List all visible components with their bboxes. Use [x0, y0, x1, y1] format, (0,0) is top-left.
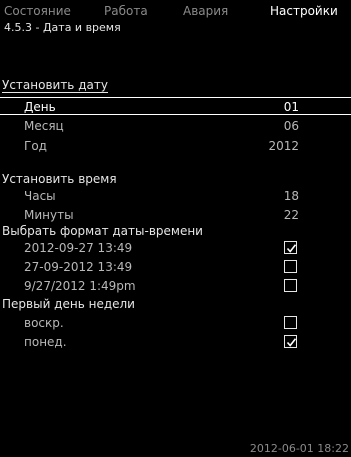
row-label: Год	[24, 139, 47, 153]
row-label: Минуты	[24, 208, 74, 222]
option-label: 9/27/2012 1:49pm	[24, 279, 136, 293]
row-label: Месяц	[24, 119, 64, 133]
row-value: 06	[283, 119, 299, 133]
row-value: 2012	[268, 139, 299, 153]
datetime-status: 2012-06-01 18:22	[249, 442, 349, 455]
checkbox-format-iso[interactable]	[284, 241, 297, 254]
row-label: Часы	[24, 189, 56, 203]
format-option-eu[interactable]: 27-09-2012 13:49	[0, 258, 351, 276]
row-label: День	[24, 100, 56, 114]
first-day-option-sunday[interactable]: воскр.	[0, 314, 351, 332]
row-year[interactable]: Год 2012	[0, 137, 351, 155]
checkbox-format-us[interactable]	[284, 279, 297, 292]
tab-status[interactable]: Состояние	[4, 4, 71, 18]
section-date-format: Выбрать формат даты-времени	[2, 224, 203, 238]
tab-settings[interactable]: Настройки	[270, 4, 338, 18]
format-option-iso[interactable]: 2012-09-27 13:49	[0, 239, 351, 257]
row-minutes[interactable]: Минуты 22	[0, 206, 351, 224]
option-label: 2012-09-27 13:49	[24, 241, 133, 255]
checkbox-format-eu[interactable]	[284, 260, 297, 273]
checkmark-icon	[286, 244, 297, 253]
checkbox-sunday[interactable]	[284, 316, 297, 329]
option-label: 27-09-2012 13:49	[24, 260, 133, 274]
checkmark-icon	[286, 338, 297, 347]
first-day-option-monday[interactable]: понед.	[0, 333, 351, 351]
format-option-us[interactable]: 9/27/2012 1:49pm	[0, 277, 351, 295]
breadcrumb: 4.5.3 - Дата и время	[4, 21, 121, 34]
row-value: 01	[283, 100, 299, 114]
row-value: 18	[283, 189, 299, 203]
section-first-day: Первый день недели	[2, 297, 135, 311]
section-set-date: Установить дату	[2, 78, 108, 93]
option-label: воскр.	[24, 316, 64, 330]
section-set-time: Установить время	[2, 172, 117, 186]
row-hours[interactable]: Часы 18	[0, 187, 351, 205]
tab-operation[interactable]: Работа	[104, 4, 148, 18]
row-value: 22	[283, 208, 299, 222]
checkbox-monday[interactable]	[284, 335, 297, 348]
row-day[interactable]: День 01	[0, 97, 351, 115]
row-month[interactable]: Месяц 06	[0, 117, 351, 135]
tab-alarm[interactable]: Авария	[183, 4, 228, 18]
tab-bar: Состояние Работа Авария Настройки	[0, 0, 351, 20]
option-label: понед.	[24, 335, 67, 349]
